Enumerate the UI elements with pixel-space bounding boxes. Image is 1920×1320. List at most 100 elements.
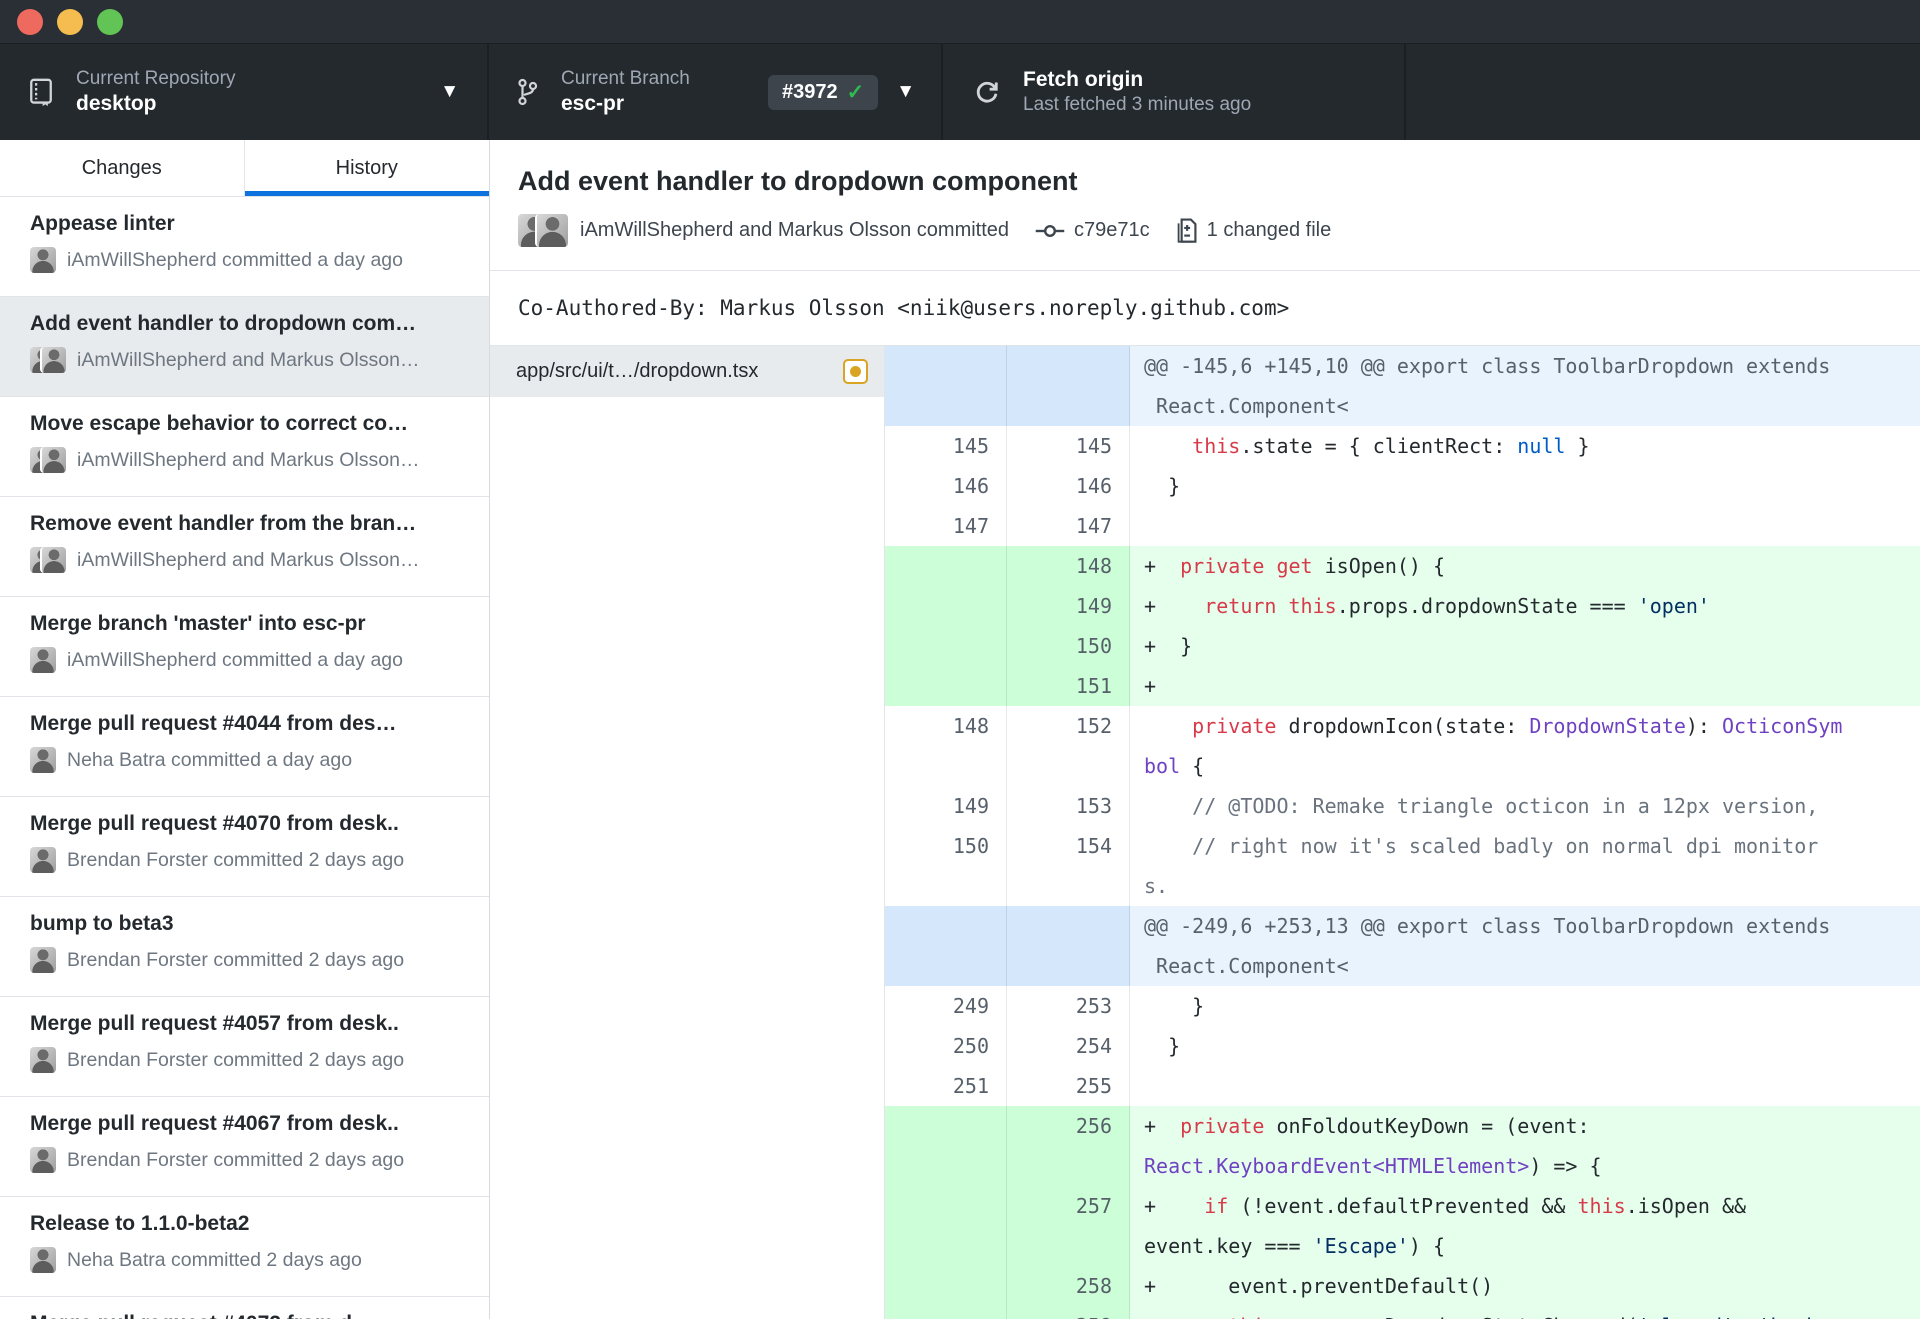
diff-code-line: bol { bbox=[1144, 754, 1205, 778]
diff-new-line-number: 258 bbox=[1007, 1266, 1130, 1306]
commit-item-meta: Brendan Forster committed 2 days ago bbox=[30, 847, 479, 873]
commit-title: Add event handler to dropdown component bbox=[518, 166, 1078, 196]
avatar bbox=[40, 447, 66, 473]
commit-item-meta: iAmWillShepherd committed a day ago bbox=[30, 247, 479, 273]
diff-code-cell: + this.props.onDropdownStateChanged('clo… bbox=[1130, 1306, 1920, 1319]
commit-list-item[interactable]: Merge pull request #4070 from desk.. Bre… bbox=[0, 797, 489, 897]
commit-item-title: Merge pull request #4057 from desk.. bbox=[30, 1012, 399, 1035]
commit-item-avatars bbox=[30, 1247, 56, 1273]
diff-old-line-number bbox=[885, 1306, 1007, 1319]
fetch-title: Fetch origin bbox=[1023, 68, 1144, 91]
commit-list-item[interactable]: bump to beta3 Brendan Forster committed … bbox=[0, 897, 489, 997]
diff-code-cell bbox=[1130, 1066, 1920, 1106]
repo-name: desktop bbox=[76, 91, 157, 115]
diff-new-line-number: 150 bbox=[1007, 626, 1130, 666]
commit-item-avatars bbox=[30, 547, 66, 573]
repo-dropdown-caret-icon: ▼ bbox=[440, 81, 459, 102]
current-repository-button[interactable]: Current Repository desktop ▼ bbox=[0, 44, 489, 140]
diff-new-line-number: 148 bbox=[1007, 546, 1130, 586]
diff-old-line-number bbox=[885, 346, 1007, 426]
diff-code-line: @@ -249,6 +253,13 @@ export class Toolba… bbox=[1144, 914, 1831, 938]
diff-viewer: @@ -145,6 +145,10 @@ export class Toolba… bbox=[885, 346, 1920, 1319]
avatar bbox=[30, 847, 56, 873]
diff-code-line: React.Component< bbox=[1144, 954, 1349, 978]
commit-item-avatars bbox=[30, 947, 56, 973]
commit-sha[interactable]: c79e71c bbox=[1074, 219, 1150, 242]
diff-code-line: private dropdownIcon(state: DropdownStat… bbox=[1192, 714, 1843, 738]
close-window-button[interactable] bbox=[17, 8, 43, 35]
file-diff-area: app/src/ui/t…/dropdown.tsx @@ -145,6 +14… bbox=[490, 346, 1920, 1319]
branch-name: esc-pr bbox=[561, 91, 625, 115]
window-titlebar bbox=[0, 0, 1920, 44]
diff-new-line-number: 151 bbox=[1007, 666, 1130, 706]
git-branch-icon bbox=[515, 77, 539, 107]
diff-code-cell: + if (!event.defaultPrevented && this.is… bbox=[1130, 1186, 1920, 1266]
diff-new-line-number: 254 bbox=[1007, 1026, 1130, 1066]
file-list-item[interactable]: app/src/ui/t…/dropdown.tsx bbox=[490, 346, 884, 397]
commit-item-meta: iAmWillShepherd and Markus Olsson… bbox=[30, 547, 479, 573]
diff-row: 146 146 } bbox=[885, 466, 1920, 506]
commit-item-meta: Neha Batra committed a day ago bbox=[30, 747, 479, 773]
avatar bbox=[30, 247, 56, 273]
avatar bbox=[30, 747, 56, 773]
diff-old-line-number bbox=[885, 666, 1007, 706]
diff-old-line-number bbox=[885, 626, 1007, 666]
pr-number: #3972 bbox=[781, 80, 838, 103]
commit-item-meta: Brendan Forster committed 2 days ago bbox=[30, 947, 479, 973]
commit-list-item[interactable]: Appease linter iAmWillShepherd committed… bbox=[0, 197, 489, 297]
commit-item-title: Merge branch 'master' into esc-pr bbox=[30, 612, 366, 635]
diff-code-line: event.key === 'Escape') { bbox=[1144, 1234, 1446, 1258]
commit-list-item[interactable]: Move escape behavior to correct co… iAmW… bbox=[0, 397, 489, 497]
commit-list-item[interactable]: Merge pull request #4044 from des… Neha … bbox=[0, 697, 489, 797]
avatar bbox=[40, 347, 66, 373]
commit-item-meta: iAmWillShepherd and Markus Olsson… bbox=[30, 347, 479, 373]
current-branch-button[interactable]: Current Branch esc-pr #3972 ✓ ▼ bbox=[489, 44, 943, 140]
commit-item-title: Release to 1.1.0-beta2 bbox=[30, 1212, 250, 1235]
diff-row: 258 + event.preventDefault() bbox=[885, 1266, 1920, 1306]
diff-old-line-number: 250 bbox=[885, 1026, 1007, 1066]
diff-old-line-number: 147 bbox=[885, 506, 1007, 546]
sync-icon bbox=[973, 78, 1001, 106]
avatar bbox=[30, 1247, 56, 1273]
commit-list-item[interactable]: Add event handler to dropdown com… iAmWi… bbox=[0, 297, 489, 397]
diff-code-line: } bbox=[1144, 994, 1205, 1018]
commit-list-item[interactable]: Merge branch 'master' into esc-pr iAmWil… bbox=[0, 597, 489, 697]
commit-item-meta-text: Brendan Forster committed 2 days ago bbox=[67, 1148, 405, 1171]
diff-new-line-number: 152 bbox=[1007, 706, 1130, 786]
diff-code-cell: + return this.props.dropdownState === 'o… bbox=[1130, 586, 1920, 626]
commit-item-title: Merge pull request #4072 from d… bbox=[30, 1312, 479, 1319]
zoom-window-button[interactable] bbox=[97, 8, 123, 35]
diff-code-cell: @@ -249,6 +253,13 @@ export class Toolba… bbox=[1130, 906, 1920, 986]
diff-new-line-number: 256 bbox=[1007, 1106, 1130, 1186]
tab-history[interactable]: History bbox=[244, 140, 489, 196]
diff-new-line-number: 253 bbox=[1007, 986, 1130, 1026]
diff-row: 147 147 bbox=[885, 506, 1920, 546]
diff-code-cell: // right now it's scaled badly on normal… bbox=[1130, 826, 1920, 906]
diff-new-line-number: 145 bbox=[1007, 426, 1130, 466]
diff-row: 148 + private get isOpen() { bbox=[885, 546, 1920, 586]
commit-list-item[interactable]: Release to 1.1.0-beta2 Neha Batra commit… bbox=[0, 1197, 489, 1297]
commit-list-item[interactable]: Merge pull request #4072 from d… bbox=[0, 1297, 489, 1319]
commit-item-avatars bbox=[30, 747, 56, 773]
diff-old-line-number: 145 bbox=[885, 426, 1007, 466]
pr-status-badge[interactable]: #3972 ✓ bbox=[767, 74, 879, 110]
commit-list-item[interactable]: Merge pull request #4067 from desk.. Bre… bbox=[0, 1097, 489, 1197]
minimize-window-button[interactable] bbox=[57, 8, 83, 35]
avatar bbox=[30, 947, 56, 973]
diff-code-line: + if (!event.defaultPrevented && this.is… bbox=[1144, 1194, 1759, 1218]
commit-list-item[interactable]: Merge pull request #4057 from desk.. Bre… bbox=[0, 997, 489, 1097]
diff-code-cell: + bbox=[1130, 666, 1920, 706]
commit-list-item[interactable]: Remove event handler from the bran… iAmW… bbox=[0, 497, 489, 597]
diff-code-cell: + event.preventDefault() bbox=[1130, 1266, 1920, 1306]
tab-changes[interactable]: Changes bbox=[0, 140, 245, 196]
commit-item-meta-text: iAmWillShepherd committed a day ago bbox=[67, 248, 403, 271]
commit-item-title: Merge pull request #4044 from des… bbox=[30, 712, 397, 735]
avatar bbox=[30, 647, 56, 673]
fetch-origin-button[interactable]: Fetch origin Last fetched 3 minutes ago bbox=[943, 44, 1406, 140]
commit-byline: iAmWillShepherd and Markus Olsson commit… bbox=[580, 219, 1010, 241]
diff-new-line-number: 149 bbox=[1007, 586, 1130, 626]
diff-new-line-number bbox=[1007, 346, 1130, 426]
fetch-subtitle: Last fetched 3 minutes ago bbox=[1023, 94, 1252, 116]
changed-files-count: 1 changed file bbox=[1206, 219, 1332, 241]
diff-new-line-number: 153 bbox=[1007, 786, 1130, 826]
